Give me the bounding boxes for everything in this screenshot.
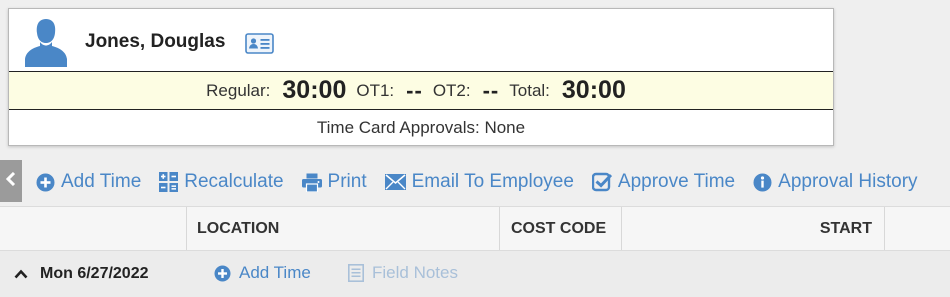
approval-history-label: Approval History bbox=[778, 171, 918, 192]
field-notes-button[interactable]: Field Notes bbox=[348, 263, 458, 283]
column-divider bbox=[884, 207, 885, 250]
avatar-icon bbox=[25, 17, 67, 67]
printer-icon bbox=[301, 173, 322, 192]
email-to-employee-button[interactable]: Email To Employee bbox=[384, 171, 574, 193]
ot1-label: OT1: bbox=[356, 80, 395, 100]
start-column-header[interactable]: START bbox=[622, 207, 872, 250]
add-time-label: Add Time bbox=[61, 171, 142, 192]
plus-circle-icon bbox=[36, 173, 55, 191]
column-divider bbox=[186, 207, 187, 250]
recalculate-label: Recalculate bbox=[184, 171, 284, 192]
chevron-up-icon[interactable] bbox=[14, 266, 28, 284]
approve-time-label: Approve Time bbox=[617, 171, 736, 192]
print-button[interactable]: Print bbox=[301, 171, 367, 193]
regular-value: 30:00 bbox=[282, 76, 347, 104]
recalculate-button[interactable]: Recalculate bbox=[159, 171, 284, 193]
timecard-screen: Jones, Douglas Regular: 30:00 OT1: -- OT… bbox=[0, 0, 950, 297]
column-divider bbox=[499, 207, 500, 250]
timecard-toolbar: Add Time Recalculate Print Email To Empl… bbox=[36, 168, 936, 196]
day-date-label: Mon 6/27/2022 bbox=[40, 265, 149, 282]
cost-code-column-header[interactable]: COST CODE bbox=[511, 207, 606, 250]
regular-label: Regular: bbox=[206, 80, 271, 100]
approve-time-button[interactable]: Approve Time bbox=[591, 171, 736, 193]
day-add-time-label: Add Time bbox=[239, 263, 311, 282]
info-circle-icon bbox=[753, 173, 772, 191]
ot1-value: -- bbox=[406, 77, 423, 103]
total-value: 30:00 bbox=[561, 76, 626, 104]
total-label: Total: bbox=[509, 80, 550, 100]
day-group-row: Mon 6/27/2022 Add Time Field Notes bbox=[0, 251, 950, 297]
time-card-approvals: Time Card Approvals: None bbox=[316, 118, 526, 137]
day-add-time-button[interactable]: Add Time bbox=[214, 263, 311, 283]
chevron-left-icon bbox=[5, 171, 16, 191]
employee-header: Jones, Douglas bbox=[9, 9, 833, 71]
table-header: LOCATION COST CODE START bbox=[0, 206, 950, 251]
hours-totals-bar: Regular: 30:00 OT1: -- OT2: -- Total: 30… bbox=[9, 71, 833, 110]
email-to-employee-label: Email To Employee bbox=[411, 171, 574, 192]
field-notes-label: Field Notes bbox=[372, 263, 458, 282]
envelope-icon bbox=[384, 174, 406, 190]
ot2-value: -- bbox=[482, 77, 500, 103]
id-card-icon[interactable] bbox=[245, 33, 274, 54]
location-column-header[interactable]: LOCATION bbox=[197, 207, 279, 250]
calculator-icon bbox=[159, 172, 179, 192]
plus-circle-icon bbox=[214, 265, 231, 281]
employee-name: Jones, Douglas bbox=[85, 31, 226, 52]
collapse-panel-button[interactable] bbox=[0, 160, 22, 202]
notes-icon bbox=[348, 264, 364, 282]
print-label: Print bbox=[327, 171, 367, 192]
ot2-label: OT2: bbox=[432, 80, 471, 100]
check-square-icon bbox=[591, 172, 612, 192]
employee-card: Jones, Douglas Regular: 30:00 OT1: -- OT… bbox=[8, 8, 834, 146]
approval-history-button[interactable]: Approval History bbox=[753, 171, 918, 193]
add-time-button[interactable]: Add Time bbox=[36, 171, 141, 193]
